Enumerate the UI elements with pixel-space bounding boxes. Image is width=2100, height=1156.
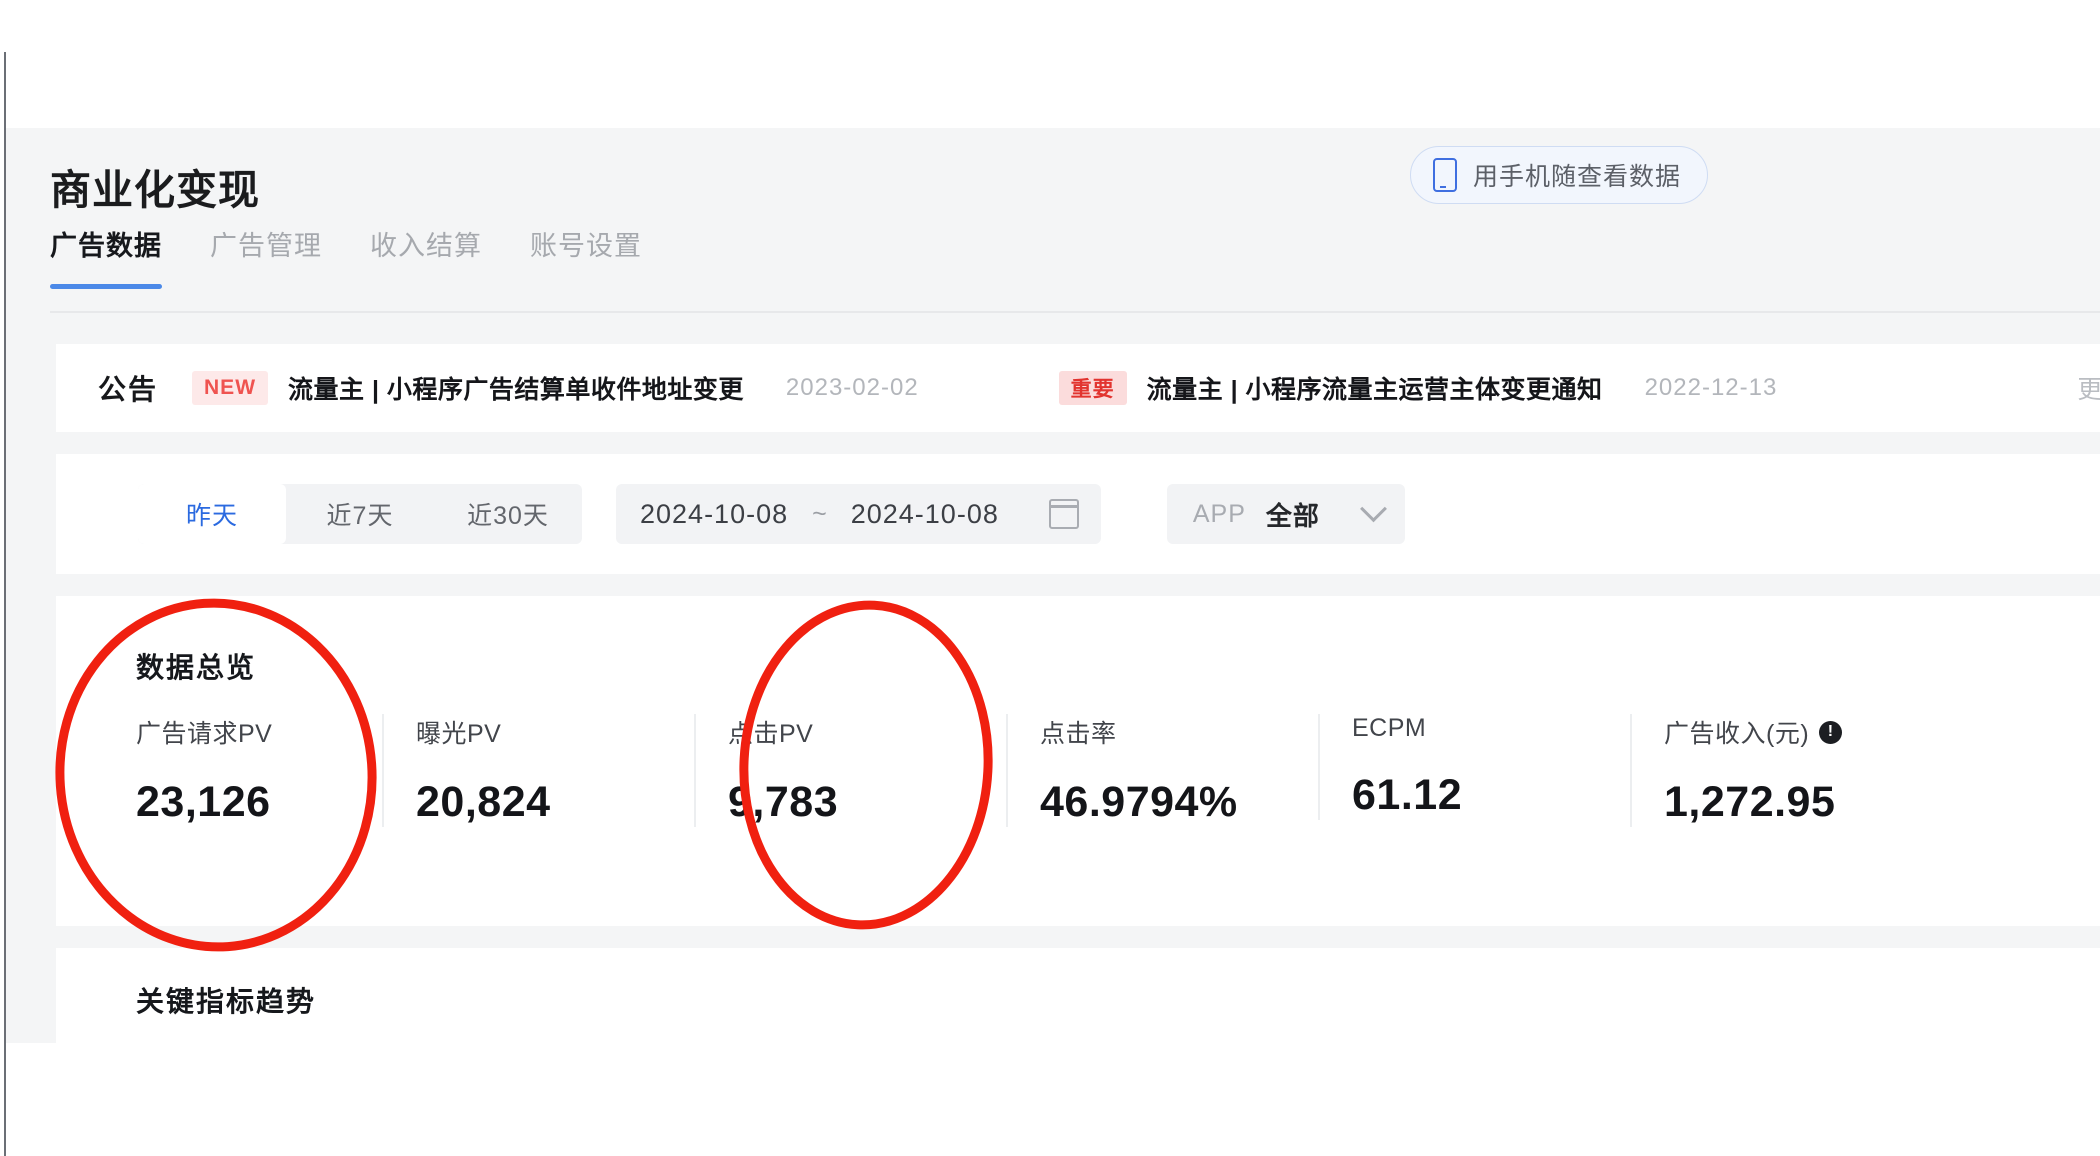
badge-new: NEW [192, 371, 269, 405]
metric-label-text: 广告请求PV [136, 720, 273, 748]
metric-click-pv: 点击PV 9,783 [694, 714, 1006, 827]
announcement-card: 公告 NEW 流量主 | 小程序广告结算单收件地址变更 2023-02-02 重… [56, 344, 2100, 432]
metric-value: 9,783 [728, 778, 839, 826]
tab-revenue-settlement[interactable]: 收入结算 [346, 224, 506, 289]
view-on-phone-label: 用手机随查看数据 [1473, 163, 1682, 191]
tab-account-settings[interactable]: 账号设置 [506, 224, 666, 289]
date-separator: ~ [812, 499, 827, 528]
metric-label-text: ECPM [1352, 714, 1427, 742]
info-icon[interactable]: ! [1819, 720, 1843, 744]
metric-ad-request-pv: 广告请求PV 23,126 [136, 714, 382, 827]
metric-ecpm: ECPM 61.12 [1318, 714, 1630, 820]
metric-value: 61.12 [1352, 771, 1463, 819]
segment-last-30-days[interactable]: 近30天 [434, 484, 582, 544]
phone-icon [1433, 158, 1457, 192]
page-title: 商业化变现 [50, 167, 260, 213]
metric-label-text: 点击PV [728, 720, 814, 748]
metric-value: 20,824 [416, 778, 551, 826]
metric-label-text: 广告收入(元) [1664, 720, 1810, 748]
segment-yesterday[interactable]: 昨天 [138, 484, 286, 544]
announcement-more-link[interactable]: 更多 [2077, 370, 2100, 406]
metric-label: 广告请求PV [136, 714, 382, 750]
page-canvas: 商业化变现 用手机随查看数据 广告数据 广告管理 收入结算 账号设置 公告 NE… [6, 128, 2100, 1043]
announcement-date-2: 2022-12-13 [1644, 374, 1778, 401]
data-overview-title: 数据总览 [136, 652, 257, 683]
chevron-down-icon[interactable] [1359, 494, 1387, 522]
metric-label: 曝光PV [416, 714, 694, 750]
filter-card: 昨天 近7天 近30天 2024-10-08 ~ 2024-10-08 APP … [56, 454, 2100, 574]
announcement-item-2: 重要 流量主 | 小程序流量主运营主体变更通知 2022-12-13 [1058, 370, 1778, 406]
announcement-date-1: 2023-02-02 [785, 374, 919, 401]
metric-label: 广告收入(元) ! [1664, 714, 1942, 750]
metric-value: 46.9794% [1040, 778, 1238, 826]
main-tabs: 广告数据 广告管理 收入结算 账号设置 [50, 224, 666, 289]
tab-ad-management[interactable]: 广告管理 [186, 224, 346, 289]
tab-ad-data[interactable]: 广告数据 [50, 224, 186, 289]
announcement-link-2[interactable]: 流量主 | 小程序流量主运营主体变更通知 [1147, 370, 1603, 406]
metric-label-text: 曝光PV [416, 720, 502, 748]
app-select-label: APP [1192, 499, 1246, 528]
metric-label-text: 点击率 [1040, 720, 1117, 748]
metric-click-rate: 点击率 46.9794% [1006, 714, 1318, 827]
key-metrics-trend-title: 关键指标趋势 [136, 986, 317, 1017]
announcement-row: 公告 NEW 流量主 | 小程序广告结算单收件地址变更 2023-02-02 重… [56, 344, 2100, 432]
badge-important: 重要 [1058, 371, 1127, 405]
date-range-picker[interactable]: 2024-10-08 ~ 2024-10-08 [616, 484, 1101, 544]
announcement-link-1[interactable]: 流量主 | 小程序广告结算单收件地址变更 [288, 370, 744, 406]
announcement-label: 公告 [98, 374, 159, 405]
segment-last-7-days[interactable]: 近7天 [286, 484, 434, 544]
metric-ad-revenue: 广告收入(元) ! 1,272.95 [1630, 714, 1942, 827]
browser-viewport: 商业化变现 用手机随查看数据 广告数据 广告管理 收入结算 账号设置 公告 NE… [0, 0, 2100, 1156]
app-select[interactable]: APP 全部 [1166, 484, 1405, 544]
metric-exposure-pv: 曝光PV 20,824 [382, 714, 694, 827]
view-on-phone-button[interactable]: 用手机随查看数据 [1410, 146, 1709, 204]
tabs-divider [50, 311, 2100, 313]
calendar-icon[interactable] [1048, 499, 1079, 529]
metrics-row: 广告请求PV 23,126 曝光PV 20,824 点击PV 9,783 点击率… [136, 714, 2100, 827]
data-overview-card: 数据总览 广告请求PV 23,126 曝光PV 20,824 点击PV 9,78… [56, 596, 2100, 926]
metric-label: 点击PV [728, 714, 1006, 750]
date-range-segmented-control: 昨天 近7天 近30天 [138, 484, 582, 544]
metric-label: 点击率 [1040, 714, 1318, 750]
metric-label: ECPM [1352, 714, 1630, 743]
metric-value: 1,272.95 [1664, 778, 1836, 826]
app-select-value: 全部 [1265, 500, 1320, 531]
key-metrics-trend-card: 关键指标趋势 [56, 948, 2100, 1043]
date-start-input[interactable]: 2024-10-08 [640, 499, 788, 530]
filter-row: 昨天 近7天 近30天 2024-10-08 ~ 2024-10-08 APP … [56, 454, 2100, 574]
date-end-input[interactable]: 2024-10-08 [851, 499, 999, 530]
metric-value: 23,126 [136, 778, 271, 826]
